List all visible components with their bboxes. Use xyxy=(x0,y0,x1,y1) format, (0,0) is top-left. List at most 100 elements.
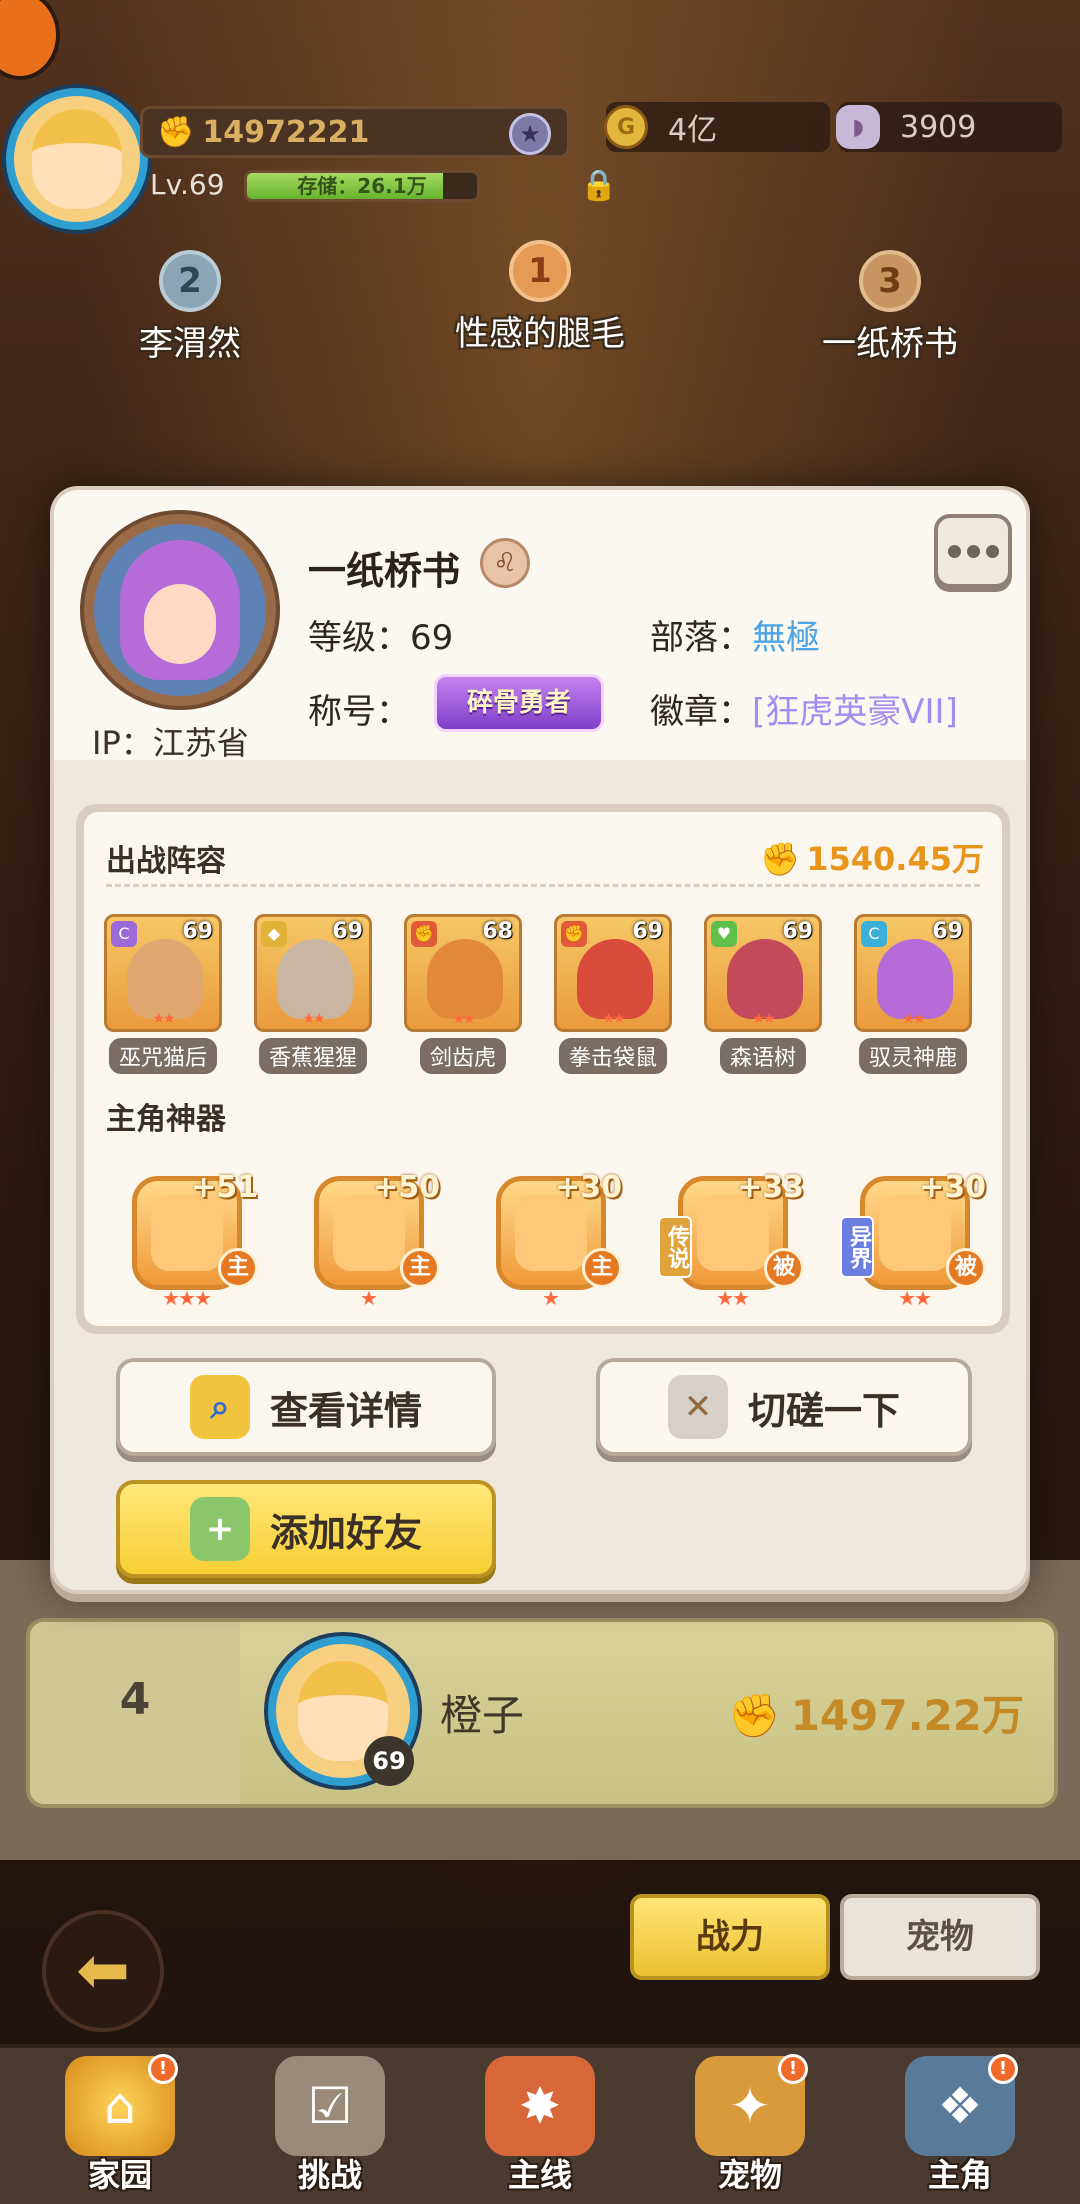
artifact-item[interactable]: 异界 +30 被 ★★ xyxy=(840,1170,986,1310)
tribe-label: 部落： xyxy=(650,618,752,658)
profile-name: 一纸桥书 xyxy=(308,549,461,593)
artifact-role-badge: 主 xyxy=(582,1248,622,1288)
podium-second[interactable]: 2 李渭然 xyxy=(110,250,270,365)
hero-level: 68 xyxy=(482,919,513,944)
artifact-item[interactable]: 传说 +33 被 ★★ xyxy=(658,1170,804,1310)
hero-portrait: C 69 ★★ xyxy=(854,914,972,1032)
podium-name-2: 李渭然 xyxy=(139,324,241,364)
tribe-row: 部落：無極 xyxy=(650,610,820,659)
nav-item-5[interactable]: ❖! 主角 xyxy=(880,2048,1040,2204)
rank-badge-1: 1 xyxy=(509,240,571,302)
nav-label: 宠物 xyxy=(717,2156,782,2194)
nav-item-4[interactable]: ✦! 宠物 xyxy=(670,2048,830,2204)
add-friend-label: 添加好友 xyxy=(269,1510,422,1555)
tab-pet[interactable]: 宠物 xyxy=(840,1894,1040,1980)
podium-third[interactable]: 3 一纸桥书 xyxy=(800,250,980,365)
spar-label: 切磋一下 xyxy=(747,1388,900,1433)
title-badge[interactable]: 碎骨勇者 xyxy=(434,674,604,732)
hero-stars: ★★ xyxy=(452,1011,475,1027)
hero-name: 香蕉猩猩 xyxy=(258,1038,367,1074)
nav-label: 主线 xyxy=(507,2156,572,2194)
medal-row: 徽章：[狂虎英豪VII] xyxy=(650,684,958,733)
artifact-role-badge: 主 xyxy=(218,1248,258,1288)
notification-badge: ! xyxy=(148,2054,178,2084)
level-row: 等级：69 xyxy=(308,610,453,659)
artifact-item[interactable]: +51 主 ★★★ xyxy=(124,1170,258,1310)
gold-currency[interactable]: G 4亿 xyxy=(604,102,830,152)
artifact-stars: ★★★ xyxy=(162,1286,212,1310)
title-row: 称号： xyxy=(308,684,410,733)
team-panel-inner: 出战阵容 ✊ 1540.45万 C 69 ★★ 巫咒猫后 ◆ 69 ★★ 香蕉猩猩 ✊ 68 ★★ 剑齿… xyxy=(84,812,1002,1326)
nav-item-2[interactable]: ☑ 挑战 xyxy=(250,2048,410,2204)
view-details-label: 查看详情 xyxy=(269,1388,422,1433)
artifact-item[interactable]: +50 主 ★ xyxy=(306,1170,440,1310)
hero-figure xyxy=(427,939,503,1019)
hero-portrait: ✊ 68 ★★ xyxy=(404,914,522,1032)
hero-type-icon: C xyxy=(861,921,887,947)
rank-power-value: 1497.22万 xyxy=(790,1691,1024,1740)
hero-level: 69 xyxy=(632,919,663,944)
artifact-plus: +33 xyxy=(737,1170,804,1205)
medal-value[interactable]: [狂虎英豪VII] xyxy=(752,692,958,732)
gold-amount: 4亿 xyxy=(668,113,718,148)
artifact-stars: ★ xyxy=(360,1286,378,1310)
podium-first[interactable]: 1 性感的腿毛 xyxy=(430,240,650,355)
player-power-value: 14972221 xyxy=(202,114,370,150)
team-panel: 出战阵容 ✊ 1540.45万 C 69 ★★ 巫咒猫后 ◆ 69 ★★ 香蕉猩猩 ✊ 68 ★★ 剑齿… xyxy=(76,804,1010,1334)
hero-type-icon: ◆ xyxy=(261,921,287,947)
artifact-item[interactable]: +30 主 ★ xyxy=(488,1170,622,1310)
ip-location: IP：江苏省 xyxy=(92,724,249,762)
spar-button[interactable]: ✕ 切磋一下 xyxy=(596,1358,972,1456)
lock-icon[interactable]: 🔒 xyxy=(580,168,617,203)
ranking-row-self[interactable]: 4 69 橙子 ✊ 1497.22万 xyxy=(26,1618,1058,1808)
hero-stars: ★★ xyxy=(152,1011,175,1027)
hero-figure xyxy=(127,939,203,1019)
back-arrow-button[interactable]: ⬅ xyxy=(42,1910,164,2032)
player-info-modal: IP：江苏省 一纸桥书 ♌ 等级：69 部落：無極 称号： 碎骨勇者 徽章：[狂… xyxy=(50,486,1030,1594)
rank-badge-3: 3 xyxy=(859,250,921,312)
nav-item-1[interactable]: ⌂! 家园 xyxy=(40,2048,200,2204)
player-level: Lv.69 xyxy=(150,168,225,201)
tribe-value[interactable]: 無極 xyxy=(752,618,820,658)
artifact-plus: +30 xyxy=(919,1170,986,1205)
nav-label: 挑战 xyxy=(297,2156,362,2194)
tab-power[interactable]: 战力 xyxy=(630,1894,830,1980)
artifact-stars: ★★ xyxy=(898,1286,932,1310)
nav-item-3[interactable]: ✸ 主线 xyxy=(460,2048,620,2204)
title-label: 称号： xyxy=(308,692,410,732)
artifact-stars: ★★ xyxy=(716,1286,750,1310)
add-friend-button[interactable]: + 添加好友 xyxy=(116,1480,496,1578)
fist-icon: ✊ xyxy=(728,1691,781,1740)
hero-name: 驭灵神鹿 xyxy=(858,1038,967,1074)
view-details-button[interactable]: ⌕ 查看详情 xyxy=(116,1358,496,1456)
notification-badge: ! xyxy=(778,2054,808,2084)
hero-portrait: ♥ 69 ★★ xyxy=(704,914,822,1032)
shell-currency[interactable]: ◗ 3909 xyxy=(836,102,1062,152)
hero-level: 69 xyxy=(782,919,813,944)
hero-card[interactable]: C 69 ★★ 巫咒猫后 xyxy=(104,914,222,1074)
artifact-section-title: 主角神器 xyxy=(106,1102,226,1137)
magnifier-icon: ⌕ xyxy=(189,1375,250,1439)
hero-card[interactable]: ♥ 69 ★★ 森语树 xyxy=(704,914,822,1074)
podium-name-3: 一纸桥书 xyxy=(822,324,958,364)
fist-icon: ✊ xyxy=(760,840,801,878)
notification-badge: ! xyxy=(988,2054,1018,2084)
rank-power: ✊ 1497.22万 xyxy=(728,1682,1024,1743)
shell-icon: ◗ xyxy=(836,105,880,149)
level-label: 等级： xyxy=(308,618,410,658)
profile-avatar xyxy=(84,514,276,706)
hero-name: 剑齿虎 xyxy=(419,1038,506,1074)
hero-card[interactable]: ✊ 68 ★★ 剑齿虎 xyxy=(404,914,522,1074)
fist-icon: ✊ xyxy=(157,114,195,150)
artifact-stars: ★ xyxy=(542,1286,560,1310)
hero-card[interactable]: ✊ 69 ★★ 拳击袋鼠 xyxy=(554,914,672,1074)
vip-star-icon[interactable]: ★ xyxy=(509,113,551,155)
more-options-button[interactable] xyxy=(934,514,1012,588)
rank-player-name: 橙子 xyxy=(440,1691,525,1740)
hero-card[interactable]: ◆ 69 ★★ 香蕉猩猩 xyxy=(254,914,372,1074)
storage-bar: 存储：26.1万 xyxy=(244,170,480,202)
storage-text: 存储：26.1万 xyxy=(297,174,427,198)
hero-name: 巫咒猫后 xyxy=(108,1038,217,1074)
player-avatar[interactable] xyxy=(6,88,148,230)
hero-card[interactable]: C 69 ★★ 驭灵神鹿 xyxy=(854,914,972,1074)
